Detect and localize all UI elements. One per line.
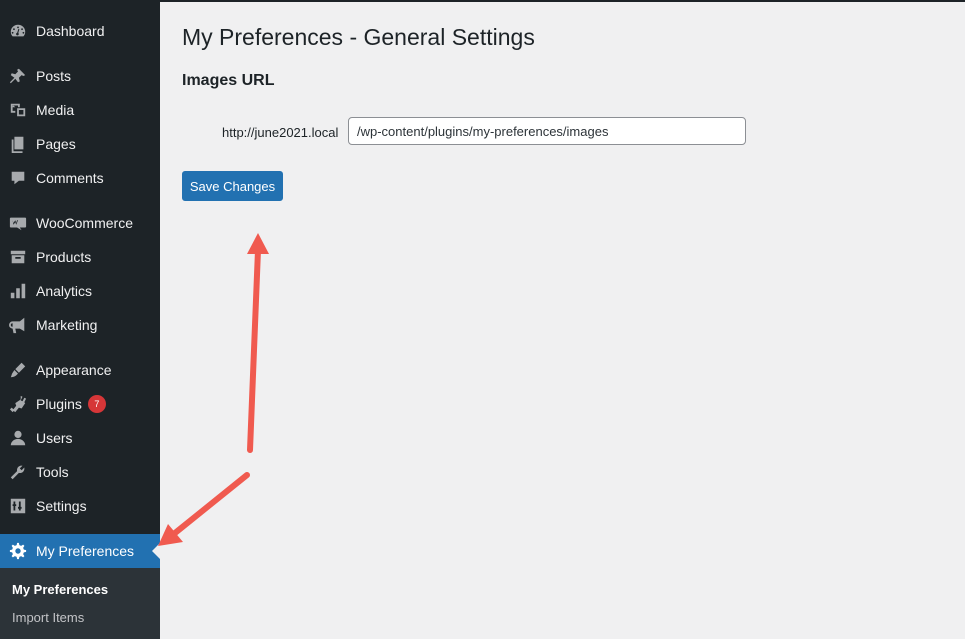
page-title: My Preferences - General Settings [182, 24, 535, 50]
sidebar-item-my-preferences[interactable]: My Preferences [0, 534, 160, 568]
sidebar-item-label: Dashboard [36, 23, 105, 39]
update-count-badge: 7 [87, 395, 106, 413]
sidebar-item-marketing[interactable]: Marketing [0, 308, 160, 342]
sidebar-item-products[interactable]: Products [0, 240, 160, 274]
comment-icon [8, 168, 28, 188]
sidebar-item-posts[interactable]: Posts [0, 59, 160, 93]
arrow-up-head [247, 233, 269, 254]
sidebar-submenu: My Preferences Import Items [0, 568, 160, 639]
submenu-item-my-preferences[interactable]: My Preferences [12, 582, 108, 597]
sidebar-item-label: Pages [36, 136, 76, 152]
pushpin-icon [8, 66, 28, 86]
sidebar-item-media[interactable]: Media [0, 93, 160, 127]
arrow-left-shaft [172, 472, 250, 536]
dashboard-icon [8, 21, 28, 41]
sidebar-item-label: Comments [36, 170, 104, 186]
sidebar-item-label: My Preferences [36, 543, 135, 559]
user-icon [8, 428, 28, 448]
sidebar-item-label: Users [36, 430, 73, 446]
admin-sidebar: Dashboard Posts Media Pages Comments Woo… [0, 0, 160, 639]
sidebar-item-label: Media [36, 102, 75, 118]
gear-icon [8, 541, 28, 561]
paintbrush-icon [8, 360, 28, 380]
pages-icon [8, 134, 28, 154]
sidebar-item-woocommerce[interactable]: WooCommerce [0, 206, 160, 240]
plug-icon [8, 394, 28, 414]
sidebar-item-label: Settings [36, 498, 87, 514]
media-icon [8, 100, 28, 120]
woocommerce-icon [8, 213, 28, 233]
save-changes-button[interactable]: Save Changes [182, 171, 283, 201]
sidebar-item-users[interactable]: Users [0, 421, 160, 455]
sidebar-item-label: Marketing [36, 317, 98, 333]
sidebar-item-label: Tools [36, 464, 69, 480]
megaphone-icon [8, 315, 28, 335]
sidebar-item-label: WooCommerce [36, 215, 133, 231]
bar-chart-icon [8, 281, 28, 301]
top-border [160, 0, 965, 2]
sidebar-item-dashboard[interactable]: Dashboard [0, 14, 160, 48]
wrench-icon [8, 462, 28, 482]
sidebar-item-label: Plugins [36, 396, 82, 412]
arrow-left-head [158, 524, 183, 546]
arrow-up-shaft [247, 247, 261, 453]
sidebar-item-label: Analytics [36, 283, 93, 299]
submenu-item-import-items[interactable]: Import Items [12, 610, 84, 625]
sliders-icon [8, 496, 28, 516]
sidebar-item-comments[interactable]: Comments [0, 161, 160, 195]
sidebar-item-appearance[interactable]: Appearance [0, 353, 160, 387]
sidebar-item-pages[interactable]: Pages [0, 127, 160, 161]
sidebar-item-label: Products [36, 249, 92, 265]
sidebar-item-tools[interactable]: Tools [0, 455, 160, 489]
sidebar-item-analytics[interactable]: Analytics [0, 274, 160, 308]
archive-icon [8, 247, 28, 267]
sidebar-item-label: Appearance [36, 362, 112, 378]
sidebar-item-settings[interactable]: Settings [0, 489, 160, 523]
section-title: Images URL [182, 72, 275, 89]
sidebar-item-plugins[interactable]: Plugins 7 [0, 387, 160, 421]
sidebar-item-label: Posts [36, 68, 72, 84]
images-url-input[interactable] [348, 117, 746, 145]
images-url-prefix-label: http://june2021.local [222, 125, 339, 140]
